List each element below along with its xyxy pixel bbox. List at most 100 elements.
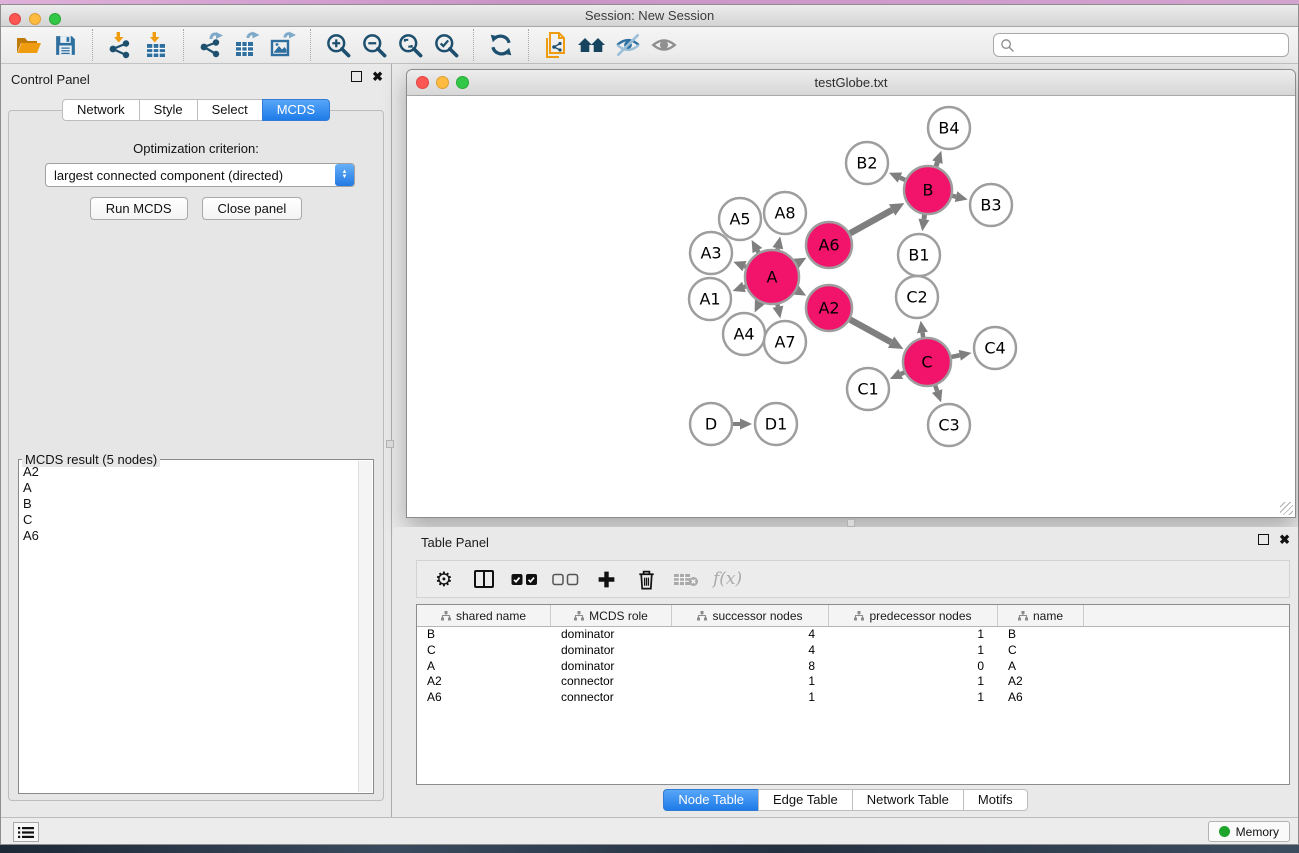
network-canvas[interactable]: A5A8 A3A1A4A7 AA6 A2 B B2 B4B3 B1 C C2 C4 C1 C3 D D1: [407, 96, 1295, 517]
control-tab-select[interactable]: Select: [197, 99, 263, 121]
control-tab-style[interactable]: Style: [139, 99, 198, 121]
column-header-successor-nodes[interactable]: successor nodes: [672, 605, 829, 626]
run-mcds-button[interactable]: Run MCDS: [90, 197, 188, 220]
column-visibility-button[interactable]: [471, 565, 497, 593]
export-image-button[interactable]: [265, 28, 301, 62]
graph-node-A6[interactable]: A6: [806, 222, 852, 268]
graph-edge-C-C4[interactable]: [951, 350, 971, 361]
table-tab-edge-table[interactable]: Edge Table: [758, 789, 853, 811]
graph-edge-D-D1[interactable]: [733, 419, 752, 430]
control-tab-network[interactable]: Network: [62, 99, 140, 121]
deselect-all-button[interactable]: [552, 565, 579, 593]
table-settings-button[interactable]: ⚙: [431, 565, 457, 593]
graph-edge-B-B4[interactable]: [932, 151, 942, 167]
table-row[interactable]: A6connector11A6: [417, 690, 1289, 706]
table-row[interactable]: Cdominator41C: [417, 643, 1289, 659]
graph-node-A2[interactable]: A2: [806, 285, 852, 331]
mcds-result-item[interactable]: B: [23, 496, 357, 512]
close-table-panel-icon[interactable]: ✖: [1279, 534, 1290, 545]
zoom-in-button[interactable]: [320, 28, 356, 62]
graph-node-A3[interactable]: A3: [690, 232, 732, 274]
task-history-button[interactable]: [13, 822, 39, 842]
graph-node-A4[interactable]: A4: [723, 313, 765, 355]
graph-node-A5[interactable]: A5: [719, 198, 761, 240]
table-row[interactable]: Adominator80A: [417, 659, 1289, 675]
graph-node-B3[interactable]: B3: [970, 184, 1012, 226]
graph-edge-A-A8[interactable]: [772, 237, 783, 250]
search-input[interactable]: [1015, 36, 1282, 54]
graph-edge-B-B2[interactable]: [889, 173, 905, 183]
column-header-name[interactable]: name: [998, 605, 1084, 626]
mcds-result-item[interactable]: A6: [23, 528, 357, 544]
houses-button[interactable]: [574, 28, 610, 62]
new-network-from-selection-button[interactable]: [538, 28, 574, 62]
graph-edge-A-A7[interactable]: [773, 304, 784, 318]
graph-edge-A-A3[interactable]: [733, 261, 746, 271]
graph-node-D[interactable]: D: [690, 403, 732, 445]
graph-edge-A6-B[interactable]: [850, 203, 904, 233]
divider-grip[interactable]: [847, 519, 855, 527]
mcds-result-item[interactable]: A2: [23, 464, 357, 480]
table-tab-motifs[interactable]: Motifs: [963, 789, 1028, 811]
result-scrollbar[interactable]: [358, 461, 372, 792]
graph-edge-C-C1[interactable]: [890, 369, 904, 379]
graph-node-A[interactable]: A: [745, 250, 799, 304]
graph-node-C2[interactable]: C2: [896, 276, 938, 318]
criterion-dropdown[interactable]: largest connected component (directed) ▲…: [45, 163, 355, 187]
export-table-button[interactable]: [229, 28, 265, 62]
graph-node-A8[interactable]: A8: [764, 192, 806, 234]
zoom-selected-button[interactable]: [428, 28, 464, 62]
graph-edge-A2-C[interactable]: [850, 320, 903, 349]
column-header-shared-name[interactable]: shared name: [417, 605, 551, 626]
table-tab-node-table[interactable]: Node Table: [663, 789, 759, 811]
zoom-fit-button[interactable]: [392, 28, 428, 62]
graph-node-A7[interactable]: A7: [764, 321, 806, 363]
refresh-button[interactable]: [483, 28, 519, 62]
graph-edge-B-B3[interactable]: [952, 191, 967, 202]
eye-button[interactable]: [646, 28, 682, 62]
table-tab-network-table[interactable]: Network Table: [852, 789, 964, 811]
close-panel-button[interactable]: Close panel: [202, 197, 303, 220]
table-row[interactable]: A2connector11A2: [417, 674, 1289, 690]
graph-node-A1[interactable]: A1: [689, 278, 731, 320]
network-window-titlebar[interactable]: testGlobe.txt: [407, 70, 1295, 96]
graph-node-B1[interactable]: B1: [898, 234, 940, 276]
graph-node-B2[interactable]: B2: [846, 142, 888, 184]
float-panel-icon[interactable]: [351, 71, 362, 82]
graph-node-C4[interactable]: C4: [974, 327, 1016, 369]
export-network-button[interactable]: [193, 28, 229, 62]
memory-button[interactable]: Memory: [1208, 821, 1290, 842]
column-header-MCDS-role[interactable]: MCDS role: [551, 605, 672, 626]
splitpane-grip[interactable]: [386, 440, 394, 448]
import-table-button[interactable]: [138, 28, 174, 62]
graph-node-C1[interactable]: C1: [847, 368, 889, 410]
search-field[interactable]: [993, 33, 1289, 57]
delete-column-button[interactable]: [633, 565, 659, 593]
table-row[interactable]: Bdominator41B: [417, 627, 1289, 643]
paintbrush-eye-button[interactable]: [610, 28, 646, 62]
float-table-panel-icon[interactable]: [1258, 534, 1269, 545]
column-header-predecessor-nodes[interactable]: predecessor nodes: [829, 605, 998, 626]
graph-edge-A-A1[interactable]: [733, 282, 746, 292]
mcds-result-list[interactable]: A2ABCA6: [23, 464, 357, 791]
graph-edge-B-B1[interactable]: [918, 215, 929, 231]
open-session-button[interactable]: [11, 28, 47, 62]
save-session-button[interactable]: [47, 28, 83, 62]
node-table[interactable]: shared nameMCDS rolesuccessor nodesprede…: [416, 604, 1290, 785]
zoom-out-button[interactable]: [356, 28, 392, 62]
graph-edge-C-C2[interactable]: [917, 321, 928, 338]
graph-node-D1[interactable]: D1: [755, 403, 797, 445]
graph-node-B4[interactable]: B4: [928, 107, 970, 149]
graph-node-B[interactable]: B: [904, 166, 952, 214]
import-network-button[interactable]: [102, 28, 138, 62]
graph-edge-C-C3[interactable]: [932, 386, 942, 403]
network-resize-grip[interactable]: [1280, 502, 1293, 515]
close-panel-icon[interactable]: ✖: [372, 71, 383, 82]
mcds-result-item[interactable]: A: [23, 480, 357, 496]
graph-node-C[interactable]: C: [903, 338, 951, 386]
graph-node-C3[interactable]: C3: [928, 404, 970, 446]
select-all-button[interactable]: [511, 565, 538, 593]
control-tab-mcds[interactable]: MCDS: [262, 99, 330, 121]
mcds-result-item[interactable]: C: [23, 512, 357, 528]
add-column-button[interactable]: [593, 565, 619, 593]
